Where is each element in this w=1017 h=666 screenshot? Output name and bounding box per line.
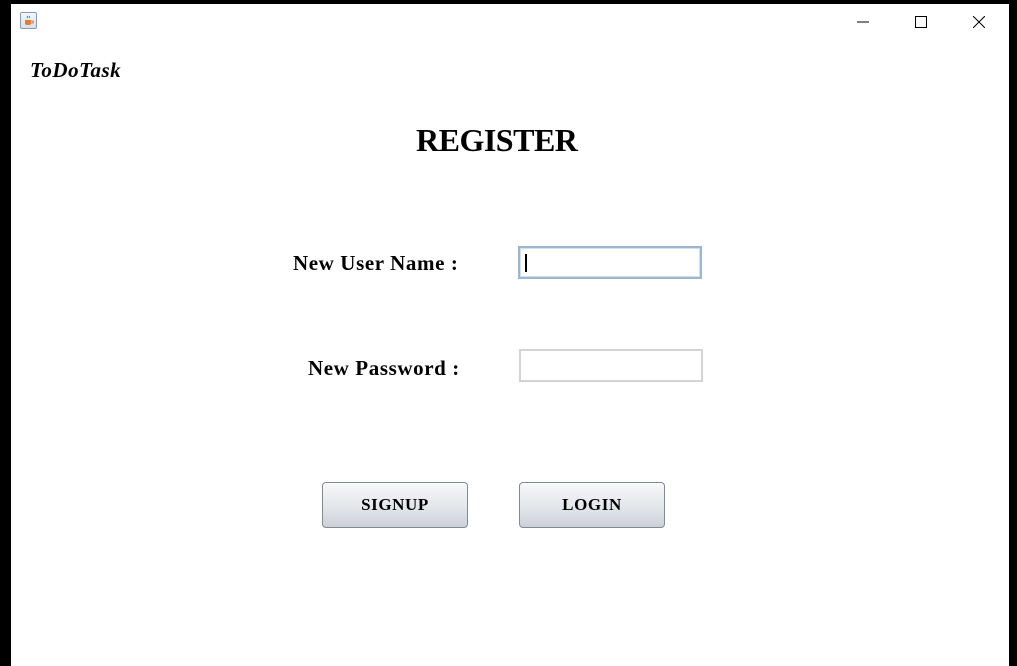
app-window: ToDoTask REGISTER New User Name : New Pa… [11,4,1009,666]
maximize-icon [915,16,927,28]
close-icon [973,16,985,28]
close-button[interactable] [950,4,1008,40]
minimize-button[interactable] [834,4,892,40]
java-cup-icon[interactable] [20,12,37,29]
username-label: New User Name : [293,251,459,275]
maximize-button[interactable] [892,4,950,40]
page-title: REGISTER [416,122,578,158]
username-field[interactable] [518,246,702,279]
password-label: New Password : [308,356,460,380]
password-field[interactable] [519,349,703,382]
app-brand: ToDoTask [30,58,122,82]
signup-button[interactable]: SIGNUP [322,482,468,528]
minimize-icon [857,21,869,23]
login-button[interactable]: LOGIN [519,482,665,528]
text-caret [525,254,527,272]
